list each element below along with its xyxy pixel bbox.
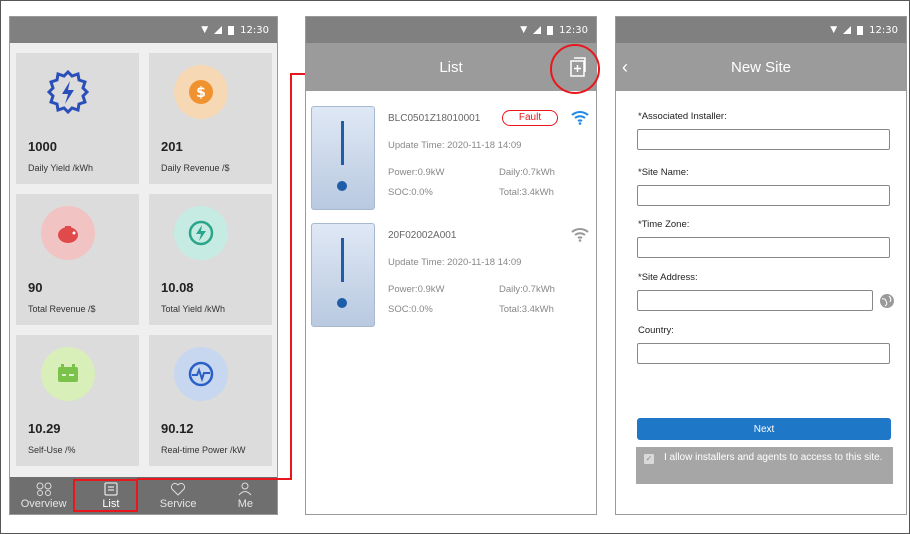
signal-icon [843,26,852,34]
piggy-bank-icon [41,206,95,260]
device-image [311,223,375,327]
battery-status-icon [228,25,235,35]
signal-icon [533,26,542,34]
heart-icon [171,482,186,496]
tile-value: 201 [161,139,183,154]
country-field[interactable] [637,343,890,364]
wifi-status-icon: ▼ [830,25,838,35]
allow-access-text: I allow installers and agents to access … [664,452,883,463]
wifi-online-icon [571,111,589,125]
site-name-field[interactable] [637,185,890,206]
wifi-offline-icon [571,228,589,242]
list-highlight-box [73,479,138,512]
overview-tiles: 1000 Daily Yield /kWh $ 201 Daily Revenu… [16,53,272,468]
tile-self-use[interactable]: 10.29 Self-Use /% [16,335,139,466]
new-site-screen: ▼ 12:30 ‹ New Site *Associated Installer… [615,16,907,515]
soc-value: SOC:0.0% [388,187,433,198]
tile-realtime-power[interactable]: 90.12 Real-time Power /kW [149,335,272,466]
status-bar: ▼ 12:30 [10,17,277,43]
nav-item-me[interactable]: Me [212,477,277,514]
status-bar: ▼ 12:30 [306,17,596,43]
overview-screen: ▼ 12:30 1000 Daily Yield /kWh $ 201 Dail… [9,16,278,515]
nav-label: Me [237,497,254,510]
tile-label: Total Revenue /$ [28,304,96,314]
tile-daily-revenue[interactable]: $ 201 Daily Revenue /$ [149,53,272,184]
status-time: 12:30 [559,24,588,36]
person-icon [238,482,252,495]
nav-item-service[interactable]: Service [145,477,212,514]
lightning-gear-icon [41,65,95,119]
new-site-header: ‹ New Site [616,43,906,91]
allow-checkbox[interactable]: ✓ [644,454,654,464]
tile-label: Real-time Power /kW [161,445,246,455]
list-screen: ▼ 12:30 List BLC0501Z18010001 Fault Upda… [305,16,597,515]
device-card[interactable]: BLC0501Z18010001 Fault Update Time: 2020… [306,101,596,217]
tile-label: Daily Yield /kWh [28,163,94,173]
status-time: 12:30 [240,24,269,36]
nav-item-overview[interactable]: Overview [10,477,77,514]
connector-line [290,73,292,480]
back-chevron-icon[interactable]: ‹ [622,57,628,78]
page-title: List [439,58,463,76]
status-bar: ▼ 12:30 [616,17,906,43]
battery-status-icon [547,25,554,35]
status-time: 12:30 [869,24,898,36]
charge-circle-icon [174,206,228,260]
svg-text:$: $ [196,85,206,101]
time-zone-label: *Time Zone: [638,219,690,230]
nav-label: Overview [20,497,67,510]
device-card[interactable]: 20F02002A001 Update Time: 2020-11-18 14:… [306,218,596,334]
wifi-status-icon: ▼ [520,25,528,35]
device-sn: 20F02002A001 [388,230,457,241]
nav-label: Service [159,497,197,510]
daily-value: Daily:0.7kWh [499,167,555,178]
time-zone-field[interactable] [637,237,890,258]
soc-value: SOC:0.0% [388,304,433,315]
status-badge: Fault [502,110,558,126]
power-value: Power:0.9kW [388,284,445,295]
daily-value: Daily:0.7kWh [499,284,555,295]
tile-total-yield[interactable]: 10.08 Total Yield /kWh [149,194,272,325]
pulse-icon [174,347,228,401]
tile-value: 90.12 [161,421,194,436]
page-title: New Site [730,58,792,76]
tile-total-revenue[interactable]: 90 Total Revenue /$ [16,194,139,325]
signal-icon [214,26,223,34]
tile-value: 10.29 [28,421,61,436]
update-time: Update Time: 2020-11-18 14:09 [388,140,522,151]
update-time: Update Time: 2020-11-18 14:09 [388,257,522,268]
wifi-status-icon: ▼ [201,25,209,35]
battery-status-icon [857,25,864,35]
device-sn: BLC0501Z18010001 [388,113,481,124]
tile-label: Self-Use /% [28,445,76,455]
tile-label: Total Yield /kWh [161,304,226,314]
country-label: Country: [638,325,674,336]
tile-daily-yield[interactable]: 1000 Daily Yield /kWh [16,53,139,184]
installer-label: *Associated Installer: [638,111,727,122]
tile-value: 90 [28,280,43,295]
connector-line [137,478,292,480]
site-address-label: *Site Address: [638,272,698,283]
device-image [311,106,375,210]
battery-icon [41,347,95,401]
allow-access-row[interactable]: ✓ I allow installers and agents to acces… [636,447,893,484]
power-value: Power:0.9kW [388,167,445,178]
bottom-nav: Overview List Service Me [10,477,277,514]
site-name-label: *Site Name: [638,167,689,178]
globe-icon[interactable] [879,293,895,309]
dollar-coin-icon: $ [174,65,228,119]
next-button[interactable]: Next [637,418,891,440]
add-highlight-circle [550,44,600,94]
overview-icon [36,482,52,496]
total-value: Total:3.4kWh [499,187,554,198]
site-address-field[interactable] [637,290,873,311]
total-value: Total:3.4kWh [499,304,554,315]
tile-value: 1000 [28,139,57,154]
tile-value: 10.08 [161,280,194,295]
tile-label: Daily Revenue /$ [161,163,230,173]
installer-field[interactable] [637,129,890,150]
